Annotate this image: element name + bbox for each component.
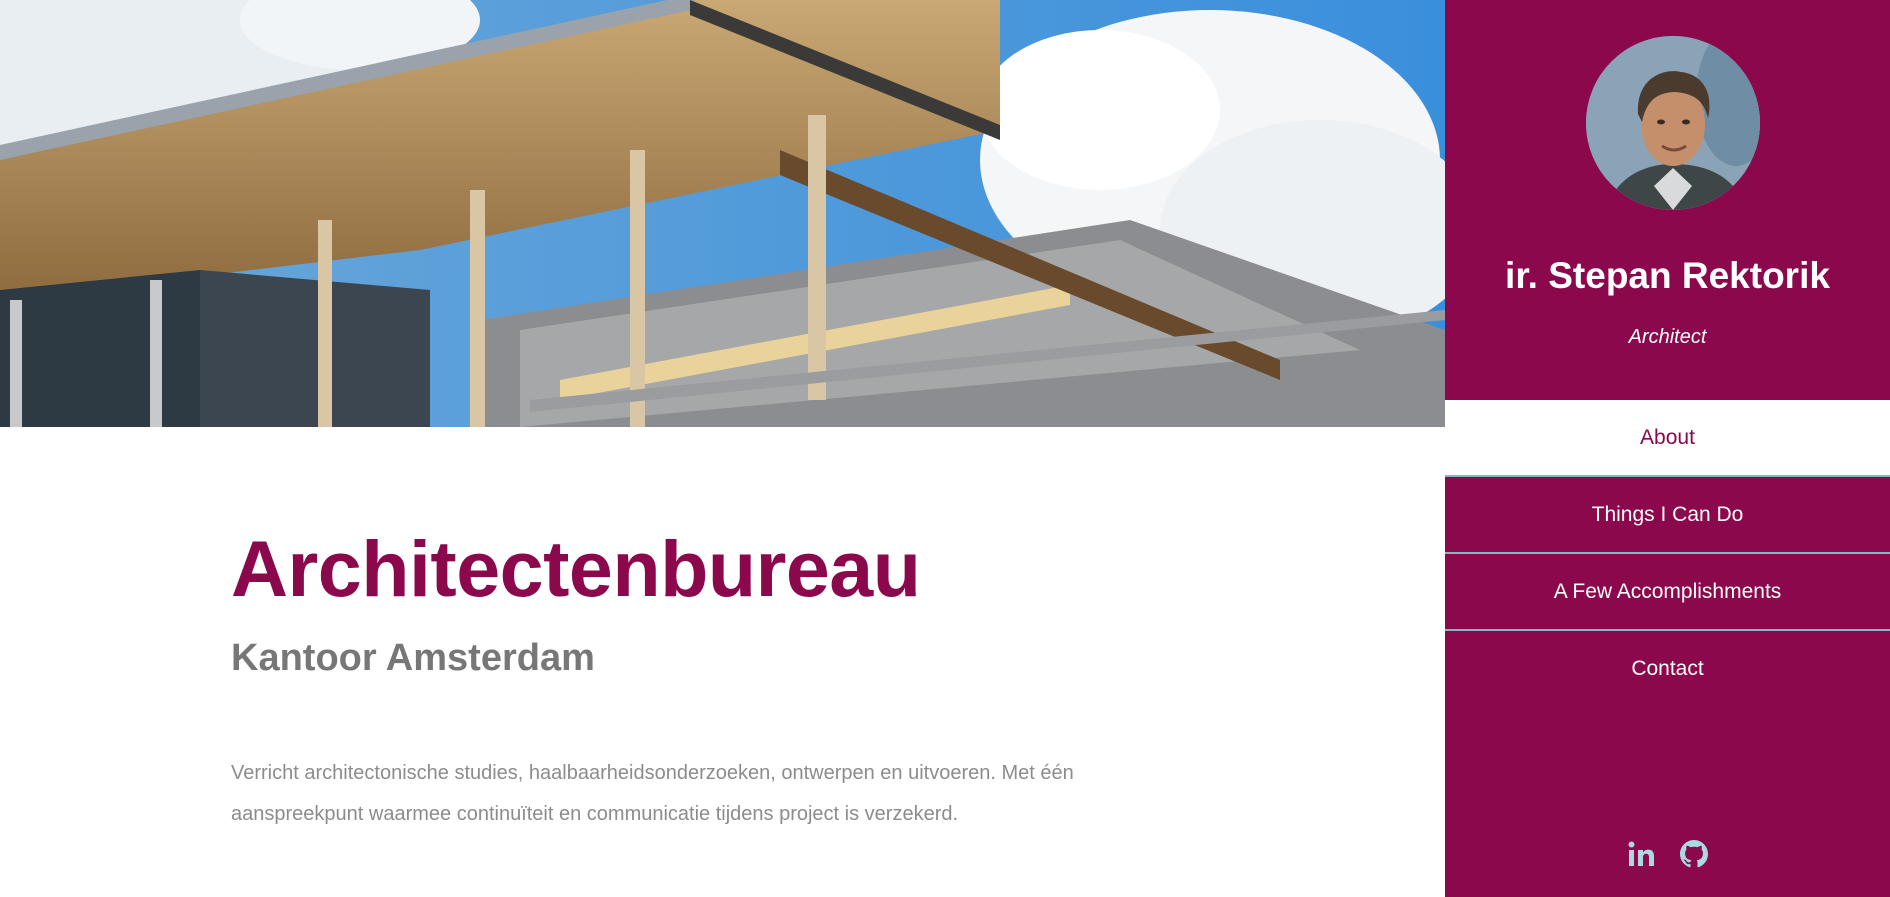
owner-role: Architect [1628, 326, 1707, 348]
sidebar: ir. Stepan Rektorik Architect About Thin… [1445, 0, 1890, 897]
avatar [1586, 36, 1760, 210]
page-subtitle: Kantoor Amsterdam [231, 637, 595, 679]
sidebar-nav: About Things I Can Do A Few Accomplishme… [1445, 400, 1890, 708]
linkedin-icon[interactable] [1627, 840, 1655, 868]
owner-name: ir. Stepan Rektorik [1505, 255, 1830, 296]
nav-item-accomplishments[interactable]: A Few Accomplishments [1445, 554, 1890, 631]
nav-item-things-i-can-do[interactable]: Things I Can Do [1445, 477, 1890, 554]
social-links [1445, 840, 1890, 868]
profile: ir. Stepan Rektorik Architect [1445, 0, 1890, 400]
nav-item-contact[interactable]: Contact [1445, 631, 1890, 708]
hero-image [0, 0, 1445, 427]
github-icon[interactable] [1679, 840, 1708, 868]
nav-item-about[interactable]: About [1445, 400, 1890, 477]
intro-text: Verricht architectonische studies, haalb… [231, 761, 1074, 825]
page-title: Architectenbureau [231, 524, 921, 613]
main-content: Architectenbureau Kantoor Amsterdam Verr… [231, 427, 1231, 835]
